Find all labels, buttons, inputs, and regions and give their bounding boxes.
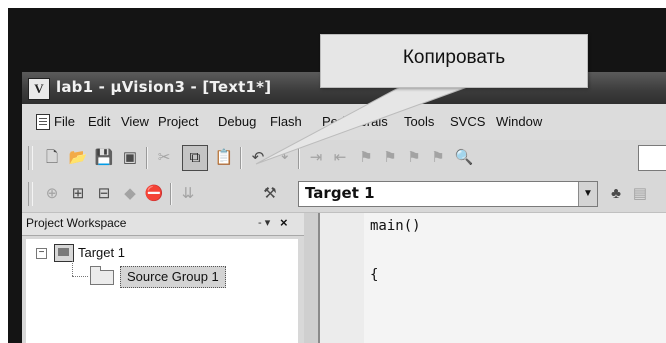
code-line: { — [370, 267, 379, 283]
callout-label: Копировать — [402, 47, 506, 68]
pin-icon[interactable]: - ▾ — [258, 216, 270, 229]
document-icon[interactable] — [36, 114, 50, 130]
tree-connector — [72, 261, 73, 276]
menu-debug[interactable]: Debug — [218, 114, 256, 129]
manage-components-icon[interactable]: ♣ — [606, 184, 626, 204]
undo-icon[interactable]: ↶ — [248, 148, 268, 168]
redo-icon[interactable]: ↷ — [272, 148, 292, 168]
cut-icon[interactable]: ✂ — [154, 148, 174, 168]
uvision-app-icon: V — [28, 78, 50, 100]
new-file-icon[interactable]: 🗋 — [42, 148, 62, 168]
indent-icon[interactable]: ⇥ — [306, 148, 326, 168]
toolbar-separator — [240, 147, 242, 169]
code-editor[interactable]: main() { — [318, 213, 666, 343]
stop-build-icon[interactable]: ⛔ — [144, 184, 164, 204]
find-input[interactable] — [638, 145, 666, 171]
bookmark-icon[interactable]: ⚑ — [356, 148, 376, 168]
code-line: main() — [370, 218, 421, 234]
panel-splitter[interactable] — [304, 213, 318, 343]
copy-icon[interactable]: ⧉ — [182, 145, 208, 171]
paste-icon[interactable]: 📋 — [214, 148, 234, 168]
download-icon[interactable]: ⇊ — [178, 184, 198, 204]
bookmark-prev-icon[interactable]: ⚑ — [404, 148, 424, 168]
toolbar-separator — [170, 183, 172, 205]
batch-build-icon[interactable]: ◆ — [120, 184, 140, 204]
editor-gutter — [320, 213, 364, 343]
menu-flash[interactable]: Flash — [270, 114, 302, 129]
tree-item-source-group[interactable]: Source Group 1 — [120, 266, 226, 288]
workspace-title: Project Workspace — [26, 216, 127, 230]
save-all-icon[interactable]: ▣ — [120, 148, 140, 168]
collapse-icon[interactable]: − — [36, 248, 47, 259]
menu-edit[interactable]: Edit — [88, 114, 110, 129]
target-icon — [54, 244, 74, 262]
toolbar-grip[interactable] — [28, 182, 33, 206]
copy-callout: Копировать — [320, 34, 588, 88]
menu-svcs[interactable]: SVCS — [450, 114, 485, 129]
rebuild-icon[interactable]: ⊟ — [94, 184, 114, 204]
target-select-value: Target 1 — [305, 184, 375, 202]
save-icon[interactable]: 💾 — [94, 148, 114, 168]
compile-icon[interactable]: ⊕ — [42, 184, 62, 204]
toolbar-grip[interactable] — [28, 146, 33, 170]
folder-icon — [90, 266, 114, 285]
menu-window[interactable]: Window — [496, 114, 542, 129]
build-toolbar: ⊕ ⊞ ⊟ ◆ ⛔ ⇊ ⚒ Target 1 ▼ ♣ ▤ — [22, 176, 666, 213]
target-select[interactable]: Target 1 ▼ — [298, 181, 598, 207]
project-workspace-panel: Project Workspace - ▾ × − Target 1 Sourc… — [22, 213, 304, 343]
file-toolbar: 🗋 📂 💾 ▣ ✂ ⧉ 📋 ↶ ↷ ⇥ ⇤ ⚑ ⚑ ⚑ ⚑ 🔍 — [22, 140, 666, 177]
close-icon[interactable]: × — [280, 215, 288, 230]
menu-file[interactable]: File — [54, 114, 75, 129]
chevron-down-icon[interactable]: ▼ — [578, 182, 597, 206]
window-title: lab1 - µVision3 - [Text1*] — [56, 78, 272, 96]
toolbar-separator — [298, 147, 300, 169]
target-options-icon[interactable]: ⚒ — [260, 184, 280, 204]
menu-bar: File Edit View Project Debug Flash Perip… — [22, 104, 666, 141]
open-folder-icon[interactable]: 📂 — [68, 148, 88, 168]
menu-project[interactable]: Project — [158, 114, 198, 129]
workspace-header: Project Workspace - ▾ × — [22, 213, 304, 236]
tree-item-target[interactable]: Target 1 — [78, 245, 125, 260]
bookmark-next-icon[interactable]: ⚑ — [380, 148, 400, 168]
find-icon[interactable]: 🔍 — [454, 148, 474, 168]
build-icon[interactable]: ⊞ — [68, 184, 88, 204]
toolbar-separator — [146, 147, 148, 169]
project-tree: − Target 1 Source Group 1 — [26, 239, 298, 343]
tree-connector — [72, 276, 88, 277]
menu-peripherals[interactable]: Peripherals — [322, 114, 388, 129]
select-device-icon[interactable]: ▤ — [630, 184, 650, 204]
bookmark-clear-icon[interactable]: ⚑ — [428, 148, 448, 168]
uvision-window: V lab1 - µVision3 - [Text1*] File Edit V… — [22, 72, 666, 343]
menu-tools[interactable]: Tools — [404, 114, 434, 129]
menu-view[interactable]: View — [121, 114, 149, 129]
unindent-icon[interactable]: ⇤ — [330, 148, 350, 168]
